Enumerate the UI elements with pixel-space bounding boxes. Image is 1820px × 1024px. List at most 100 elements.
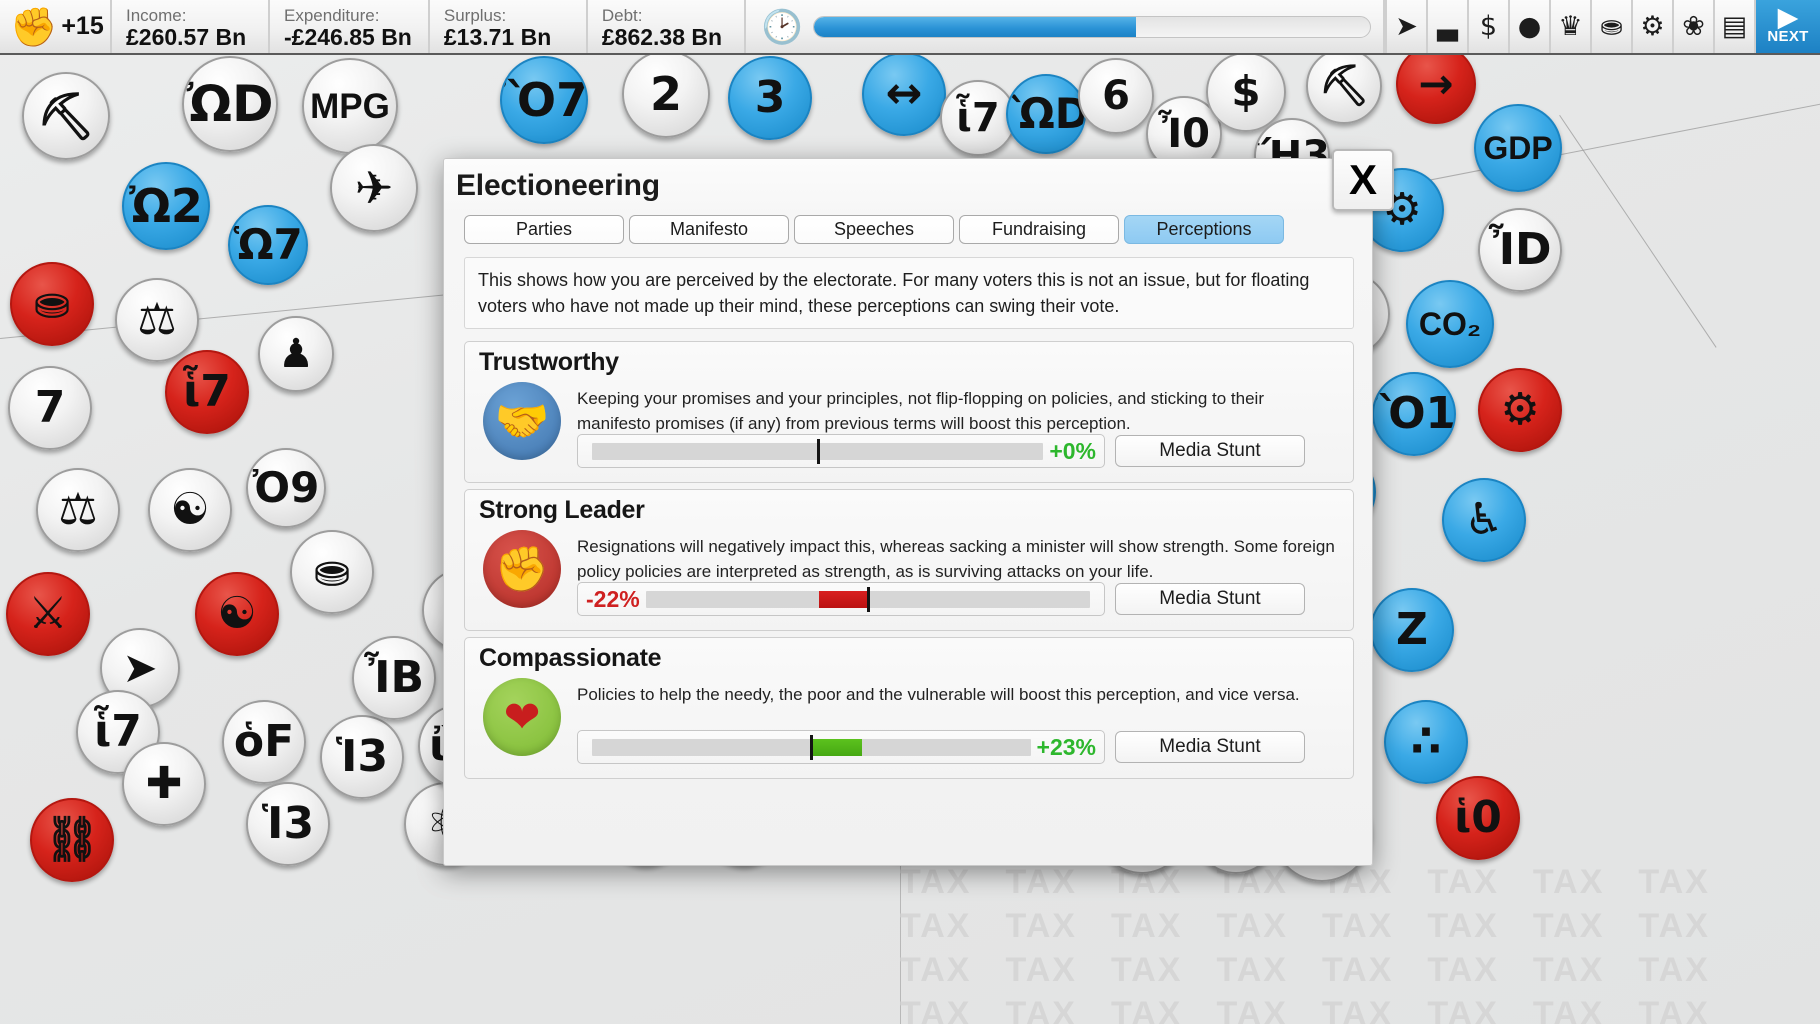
train-link-icon[interactable]: ↔ bbox=[862, 52, 946, 136]
syringe-icon[interactable]: Ὀ9 bbox=[246, 448, 326, 528]
factory-icon[interactable]: ἾD bbox=[1478, 208, 1562, 292]
water-tax-icon[interactable]: Ὂ7 bbox=[500, 56, 588, 144]
next-turn-button[interactable]: ▶ NEXT bbox=[1754, 0, 1820, 53]
bus-lane-icon[interactable]: ὨD bbox=[182, 56, 278, 152]
network-icon[interactable]: ∴ bbox=[1384, 700, 1468, 784]
dialog-tab-bar: Parties Manifesto Speeches Fundraising Perce… bbox=[464, 215, 1284, 244]
pistol-icon[interactable]: ➤ bbox=[1385, 0, 1426, 53]
top-status-bar: ✊ +15 Income: £260.57 Bn Expenditure: -£… bbox=[0, 0, 1820, 55]
alcohol-icon[interactable]: ἷ7 bbox=[165, 350, 249, 434]
roadworks-icon[interactable]: ⛏ bbox=[22, 72, 110, 160]
lightbulb-icon[interactable]: ● bbox=[1508, 0, 1549, 53]
perceptions-intro-text: This shows how you are perceived by the … bbox=[464, 257, 1354, 329]
yinyang-icon[interactable]: ☯ bbox=[148, 468, 232, 552]
stat-income: Income: £260.57 Bn bbox=[112, 0, 270, 53]
perception-center-tick bbox=[810, 735, 813, 760]
car-icon[interactable]: Ὡ7 bbox=[228, 205, 308, 285]
handshake-icon: 🤝 bbox=[483, 382, 561, 460]
media-stunt-button[interactable]: Media Stunt bbox=[1115, 731, 1305, 763]
emigration-icon[interactable]: → bbox=[1396, 44, 1476, 124]
perception-track bbox=[592, 443, 1043, 460]
turn-progress-bar bbox=[813, 16, 1371, 38]
graduation-icon[interactable]: Ἱ3 bbox=[320, 715, 404, 799]
stat-debt: Debt: £862.38 Bn bbox=[588, 0, 746, 53]
turn-progress-fill bbox=[814, 17, 1137, 37]
prisoner-icon[interactable]: ♟ bbox=[258, 316, 334, 392]
page-title: Electioneering bbox=[456, 169, 660, 203]
popularity-value: +15 bbox=[61, 12, 103, 41]
gears-icon[interactable]: ⚙ bbox=[1631, 0, 1672, 53]
media-stunt-button[interactable]: Media Stunt bbox=[1115, 583, 1305, 615]
child-icon[interactable]: ὇6 bbox=[1078, 58, 1154, 134]
wine-bottle-icon[interactable]: ἷ7 bbox=[940, 80, 1016, 156]
perception-meter: +23% bbox=[577, 730, 1105, 764]
media-stunt-button[interactable]: Media Stunt bbox=[1115, 435, 1305, 467]
tab-fundraising[interactable]: Fundraising bbox=[959, 215, 1119, 244]
gdp-icon[interactable]: GDP bbox=[1474, 104, 1562, 192]
perception-center-tick bbox=[867, 587, 870, 612]
dollar-icon[interactable]: $ bbox=[1467, 0, 1508, 53]
family-photo-icon[interactable]: ὏7 bbox=[8, 366, 92, 450]
stat-debt-label: Debt: bbox=[602, 6, 728, 25]
airplane-icon[interactable]: ✈ bbox=[330, 144, 418, 232]
tax-watermark: TAX TAX TAX TAX TAX TAX TAX TAXTAX TAX TAX TAX TAX T… bbox=[900, 860, 1820, 1024]
fish-icon[interactable]: ὁF bbox=[222, 700, 306, 784]
medal-icon[interactable]: ❀ bbox=[1672, 0, 1713, 53]
board-divider-line-4 bbox=[1559, 115, 1716, 348]
broadcast-icon[interactable]: ὎3 bbox=[728, 56, 812, 140]
tab-manifesto[interactable]: Manifesto bbox=[629, 215, 789, 244]
stat-surplus-label: Surplus: bbox=[444, 6, 570, 25]
home-faith-icon[interactable]: ☯ bbox=[195, 572, 279, 656]
no-smoking-icon[interactable]: ὪD bbox=[1006, 74, 1086, 154]
perception-title: Strong Leader bbox=[479, 496, 645, 525]
perception-bar-row: +0% Media Stunt bbox=[577, 434, 1305, 468]
perception-bar-row: +23% Media Stunt bbox=[577, 730, 1305, 764]
perception-value-label: +23% bbox=[1037, 734, 1096, 761]
close-icon[interactable]: X bbox=[1332, 149, 1394, 211]
gears-red-icon[interactable]: ⚙ bbox=[1478, 368, 1562, 452]
perception-card-compassionate: Compassionate ❤ Policies to help the nee… bbox=[464, 637, 1354, 779]
speech-icon[interactable]: ὎2 bbox=[622, 50, 710, 138]
global-trade-icon[interactable]: ἱ0 bbox=[1436, 776, 1520, 860]
perception-value-label: -22% bbox=[586, 586, 640, 613]
perception-card-strong-leader: Strong Leader ✊ Resignations will negati… bbox=[464, 489, 1354, 631]
schools-icon[interactable]: ἾB bbox=[352, 636, 436, 720]
stat-expenditure: Expenditure: -£246.85 Bn bbox=[270, 0, 430, 53]
perception-center-tick bbox=[817, 439, 820, 464]
gavel-icon[interactable]: ⚖ bbox=[36, 468, 120, 552]
people-group-icon[interactable]: ⛂ bbox=[290, 530, 374, 614]
raised-fist-icon: ✊ bbox=[10, 8, 57, 46]
bar-chart-icon[interactable]: ▃ bbox=[1426, 0, 1467, 53]
metal-detector-icon[interactable]: ⛏ bbox=[1306, 48, 1382, 124]
stat-expenditure-label: Expenditure: bbox=[284, 6, 412, 25]
disability-icon[interactable]: ♿ bbox=[1442, 478, 1526, 562]
documents-icon[interactable]: ▤ bbox=[1713, 0, 1754, 53]
tab-perceptions[interactable]: Perceptions bbox=[1124, 215, 1284, 244]
mpg-icon[interactable]: MPG bbox=[302, 58, 398, 154]
crowd-icon[interactable]: ⛂ bbox=[10, 262, 94, 346]
tab-speeches[interactable]: Speeches bbox=[794, 215, 954, 244]
perception-meter: +0% bbox=[577, 434, 1105, 468]
tab-parties[interactable]: Parties bbox=[464, 215, 624, 244]
stat-debt-value: £862.38 Bn bbox=[602, 25, 728, 50]
perception-meter: -22% bbox=[577, 582, 1105, 616]
perception-value-label: +0% bbox=[1049, 438, 1096, 465]
train-icon[interactable]: Ὠ2 bbox=[122, 162, 210, 250]
jury-icon[interactable]: ⚖ bbox=[115, 278, 199, 362]
perception-description: Keeping your promises and your principle… bbox=[577, 386, 1335, 436]
rifle-icon[interactable]: ⚔ bbox=[6, 572, 90, 656]
sleep-icon[interactable]: Z bbox=[1370, 588, 1454, 672]
childcare-money-icon[interactable]: $ bbox=[1206, 52, 1286, 132]
stat-income-value: £260.57 Bn bbox=[126, 25, 252, 50]
people-icon[interactable]: ⛂ bbox=[1590, 0, 1631, 53]
turn-timer: 🕑 bbox=[746, 0, 1385, 53]
graduate-hand-icon[interactable]: Ἱ3 bbox=[246, 782, 330, 866]
prisoner-cell-icon[interactable]: ⛓ bbox=[30, 798, 114, 882]
trophy-icon[interactable]: ♛ bbox=[1549, 0, 1590, 53]
party-popularity[interactable]: ✊ +15 bbox=[0, 0, 112, 53]
co2-icon[interactable]: CO₂ bbox=[1406, 280, 1494, 368]
healthcare-icon[interactable]: ✚ bbox=[122, 742, 206, 826]
lightbulb-plus-icon[interactable]: Ὂ1 bbox=[1372, 372, 1456, 456]
clock-icon: 🕑 bbox=[762, 10, 803, 43]
perception-bar-row: -22% Media Stunt bbox=[577, 582, 1305, 616]
